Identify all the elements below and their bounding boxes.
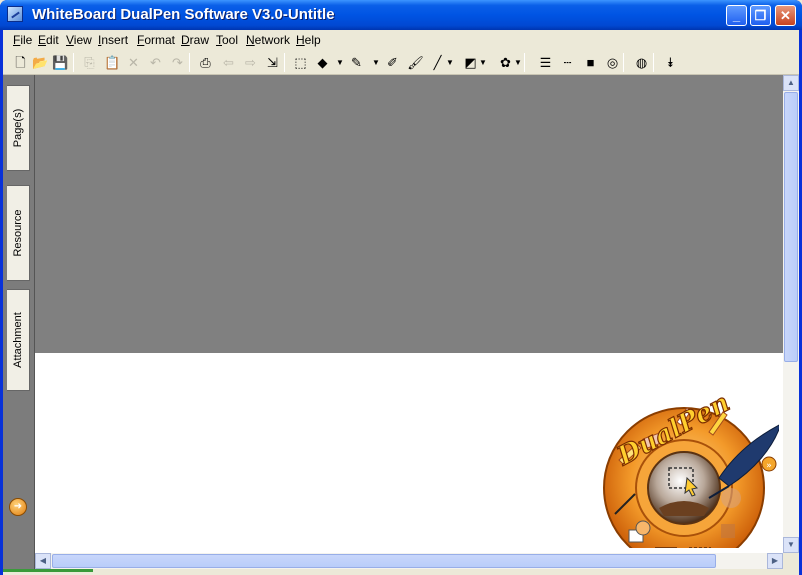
window-title: WhiteBoard DualPen Software V3.0-Untitle xyxy=(32,6,335,23)
maximize-button[interactable]: ❐ xyxy=(750,5,771,26)
sidebar-tab-label: Resource xyxy=(12,209,24,257)
menu-view[interactable]: View xyxy=(66,33,92,47)
title-bar[interactable]: WhiteBoard DualPen Software V3.0-Untitle… xyxy=(0,0,802,30)
sidebar-tab-label: Attachment xyxy=(12,312,24,368)
scrollbar-corner xyxy=(783,553,799,569)
magnifier-icon[interactable]: ◍ xyxy=(632,53,651,72)
sidebar-tab-pages[interactable]: Page(s) xyxy=(7,85,30,171)
shape-icon[interactable]: ◩ xyxy=(461,53,480,72)
eraser-icon[interactable]: ◆ xyxy=(313,53,332,72)
sidebar-tab-attachment[interactable]: Attachment xyxy=(7,289,30,391)
tool-dropdown-arrow-icon[interactable]: ▼ xyxy=(336,53,344,72)
menu-insert[interactable]: Insert xyxy=(98,33,128,47)
close-button[interactable]: ✕ xyxy=(775,5,796,26)
shadow-icon[interactable]: ■ xyxy=(581,53,600,72)
pen-icon[interactable]: ✎ xyxy=(347,53,366,72)
sidebar-tab-resource[interactable]: Resource xyxy=(7,185,30,281)
insert-page-icon[interactable]: ⎙ xyxy=(196,53,215,72)
app-icon[interactable] xyxy=(7,6,23,22)
menu-network[interactable]: Network xyxy=(246,33,290,47)
tool-dropdown-arrow-icon[interactable]: ▼ xyxy=(514,53,522,72)
line-icon[interactable]: ╱ xyxy=(428,53,447,72)
scroll-right-arrow-icon[interactable]: ▶ xyxy=(767,553,783,569)
toolbar-separator xyxy=(623,53,624,72)
redo-icon[interactable]: ↷ xyxy=(168,53,187,72)
whiteboard-background xyxy=(35,75,783,353)
line-style-icon[interactable]: ☰ xyxy=(536,53,555,72)
dualpen-control-wheel[interactable]: » DualPen xyxy=(559,348,779,548)
save-icon[interactable]: 💾 xyxy=(51,53,70,72)
app-window: WhiteBoard DualPen Software V3.0-Untitle… xyxy=(0,0,802,575)
sidebar-tab-label: Page(s) xyxy=(12,108,24,148)
scroll-up-arrow-icon[interactable]: ▲ xyxy=(783,75,799,91)
tool-dropdown-arrow-icon[interactable]: ▼ xyxy=(479,53,487,72)
main-toolbar: 🗋 📂 💾 ⎘ 📋 ✕ ↶ ↷ ⎙ ⇦ ⇨ ⇲ ⬚ ◆ ✎ ✐ 🖌 ╱ ◩ ✿ ☰ ┄ ■ ◎ ◍ ⯯ ▼ ▼ ▼ ▼ ▼ xyxy=(3,50,799,75)
menu-format[interactable]: Format xyxy=(137,33,175,47)
vertical-scrollbar[interactable]: ▲ ▼ xyxy=(783,75,799,553)
wheel-shadow-icon xyxy=(721,524,735,538)
paste-icon[interactable]: 📋 xyxy=(103,53,122,72)
transparency-icon[interactable]: ◎ xyxy=(603,53,622,72)
toolbar-separator xyxy=(73,53,74,72)
select-icon[interactable]: ⬚ xyxy=(291,53,310,72)
scroll-down-arrow-icon[interactable]: ▼ xyxy=(783,537,799,553)
svg-text:»: » xyxy=(766,461,772,471)
tool-dropdown-arrow-icon[interactable]: ▼ xyxy=(372,53,380,72)
copy-icon[interactable]: ⎘ xyxy=(80,53,99,72)
side-panel: ➜ Page(s) Resource Attachment xyxy=(3,75,35,575)
open-icon[interactable]: 📂 xyxy=(31,53,50,72)
expand-toolbar-icon[interactable]: ⯯ xyxy=(661,53,680,72)
minimize-button[interactable]: _ xyxy=(726,5,747,26)
menu-help[interactable]: Help xyxy=(296,33,321,47)
previous-page-icon[interactable]: ⇦ xyxy=(219,53,238,72)
export-icon[interactable]: ⇲ xyxy=(263,53,282,72)
client-area: File Edit View Insert Format Draw Tool Network H… xyxy=(3,30,799,575)
menu-draw[interactable]: Draw xyxy=(181,33,209,47)
undo-icon[interactable]: ↶ xyxy=(146,53,165,72)
horizontal-scroll-thumb[interactable] xyxy=(52,554,716,568)
status-strip xyxy=(3,569,799,575)
fill-icon[interactable]: ✿ xyxy=(496,53,515,72)
toolbar-separator xyxy=(524,53,525,72)
highlighter-icon[interactable]: ✐ xyxy=(383,53,402,72)
vertical-scroll-thumb[interactable] xyxy=(784,92,798,362)
menu-file[interactable]: File xyxy=(13,33,32,47)
expand-panel-button[interactable]: ➜ xyxy=(9,498,27,516)
brush-icon[interactable]: 🖌 xyxy=(406,53,425,72)
new-page-icon[interactable]: 🗋 xyxy=(11,53,30,72)
toolbar-separator xyxy=(189,53,190,72)
toolbar-separator xyxy=(284,53,285,72)
scroll-left-arrow-icon[interactable]: ◀ xyxy=(35,553,51,569)
menu-tool[interactable]: Tool xyxy=(216,33,238,47)
dash-style-icon[interactable]: ┄ xyxy=(558,53,577,72)
tool-dropdown-arrow-icon[interactable]: ▼ xyxy=(446,53,454,72)
menu-bar: File Edit View Insert Format Draw Tool Network H… xyxy=(3,30,799,50)
next-page-icon[interactable]: ⇨ xyxy=(241,53,260,72)
delete-icon[interactable]: ✕ xyxy=(124,53,143,72)
toolbar-separator xyxy=(653,53,654,72)
menu-edit[interactable]: Edit xyxy=(38,33,59,47)
horizontal-scrollbar[interactable]: ◀ ▶ xyxy=(35,553,783,569)
